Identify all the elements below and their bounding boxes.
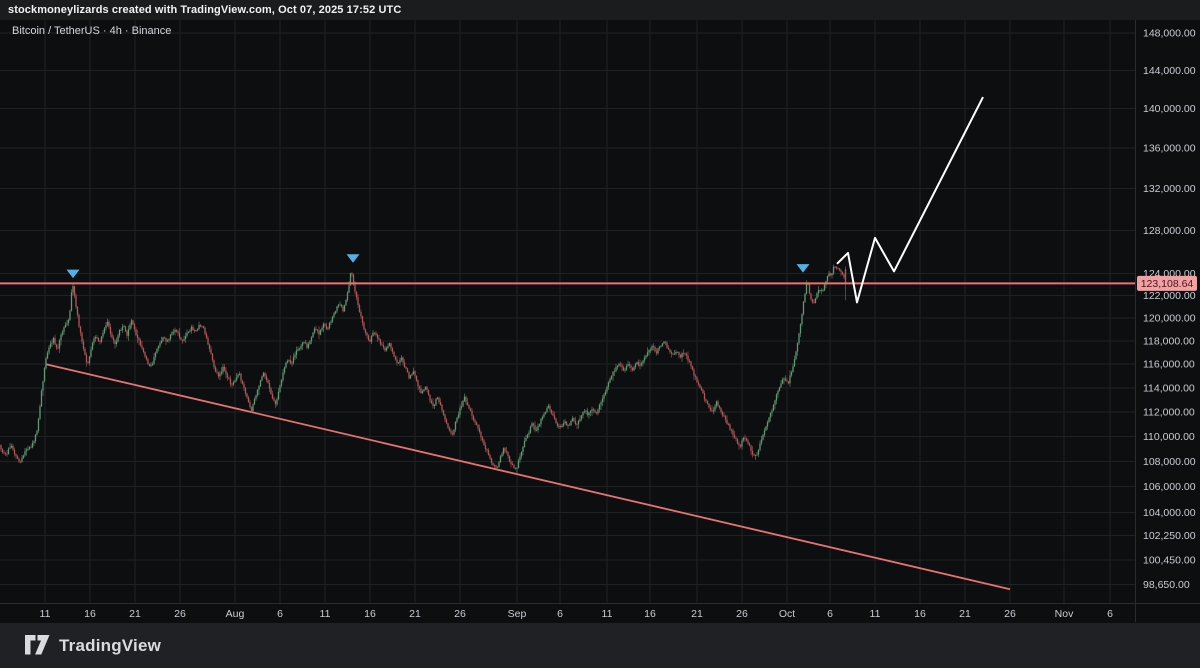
svg-text:136,000.00: 136,000.00: [1143, 143, 1196, 155]
candlestick-chart[interactable]: 148,000.00 144,000.00 140,000.00 136,000.00…: [0, 20, 1200, 622]
svg-text:6: 6: [277, 608, 283, 620]
svg-text:Oct: Oct: [779, 608, 795, 620]
svg-text:112,000.00: 112,000.00: [1143, 406, 1195, 418]
svg-text:108,000.00: 108,000.00: [1143, 456, 1196, 468]
svg-text:11: 11: [40, 608, 51, 620]
svg-text:21: 21: [691, 608, 703, 620]
svg-text:16: 16: [364, 608, 376, 620]
sell-markers[interactable]: [67, 254, 810, 278]
svg-text:11: 11: [320, 608, 331, 620]
svg-text:21: 21: [959, 608, 971, 620]
svg-text:11: 11: [870, 608, 881, 620]
svg-text:21: 21: [129, 608, 141, 620]
svg-text:104,000.00: 104,000.00: [1143, 507, 1196, 519]
svg-text:132,000.00: 132,000.00: [1143, 183, 1196, 195]
svg-text:110,000.00: 110,000.00: [1143, 431, 1195, 443]
projection-line[interactable]: [837, 97, 983, 302]
attribution-text: stockmoneylizards created with TradingVi…: [8, 4, 401, 16]
svg-text:Sep: Sep: [508, 608, 527, 620]
footer-bar: TradingView: [0, 623, 1200, 668]
svg-text:106,000.00: 106,000.00: [1143, 481, 1196, 493]
svg-text:102,250.00: 102,250.00: [1143, 530, 1196, 542]
svg-text:98,650.00: 98,650.00: [1143, 579, 1190, 591]
svg-text:Aug: Aug: [226, 608, 245, 620]
svg-text:148,000.00: 148,000.00: [1143, 28, 1196, 40]
svg-text:Nov: Nov: [1055, 608, 1074, 620]
svg-text:122,000.00: 122,000.00: [1143, 290, 1196, 302]
svg-text:16: 16: [914, 608, 926, 620]
svg-text:26: 26: [174, 608, 186, 620]
gridlines: [0, 20, 1135, 603]
svg-text:118,000.00: 118,000.00: [1143, 336, 1195, 348]
svg-text:26: 26: [736, 608, 748, 620]
svg-text:21: 21: [409, 608, 421, 620]
svg-text:26: 26: [1004, 608, 1016, 620]
svg-text:114,000.00: 114,000.00: [1143, 382, 1195, 394]
svg-text:120,000.00: 120,000.00: [1143, 313, 1196, 325]
svg-text:6: 6: [827, 608, 833, 620]
triangle-down-marker: [797, 264, 810, 273]
descending-trendline[interactable]: [46, 364, 1010, 589]
tradingview-snapshot: stockmoneylizards created with TradingVi…: [0, 0, 1200, 668]
svg-text:116,000.00: 116,000.00: [1143, 359, 1195, 371]
svg-text:11: 11: [602, 608, 613, 620]
tradingview-logo[interactable]: TradingView: [25, 635, 161, 656]
svg-text:6: 6: [557, 608, 563, 620]
svg-text:140,000.00: 140,000.00: [1143, 103, 1196, 115]
svg-text:123,108.64: 123,108.64: [1141, 278, 1194, 290]
symbol-title: Bitcoin / TetherUS · 4h · Binance: [12, 25, 171, 37]
attribution-bar: stockmoneylizards created with TradingVi…: [0, 0, 1200, 20]
svg-text:16: 16: [84, 608, 96, 620]
chart-area[interactable]: Bitcoin / TetherUS · 4h · Binance 148,00…: [0, 20, 1200, 622]
svg-text:26: 26: [454, 608, 466, 620]
brand-text: TradingView: [59, 636, 161, 656]
triangle-down-marker: [347, 254, 360, 262]
svg-text:100,450.00: 100,450.00: [1143, 554, 1196, 566]
last-price-label: 123,108.64: [1137, 276, 1197, 291]
time-axis-labels[interactable]: 11 16 21 26 Aug 6 11 16 21 26 Sep 6 11 16 21 26 Oct 6 11 16…: [40, 608, 1114, 620]
svg-text:144,000.00: 144,000.00: [1143, 65, 1196, 77]
svg-text:128,000.00: 128,000.00: [1143, 225, 1196, 237]
candles-down: [0, 266, 846, 470]
svg-text:16: 16: [644, 608, 656, 620]
tradingview-logo-icon: [25, 635, 50, 656]
svg-text:6: 6: [1107, 608, 1113, 620]
